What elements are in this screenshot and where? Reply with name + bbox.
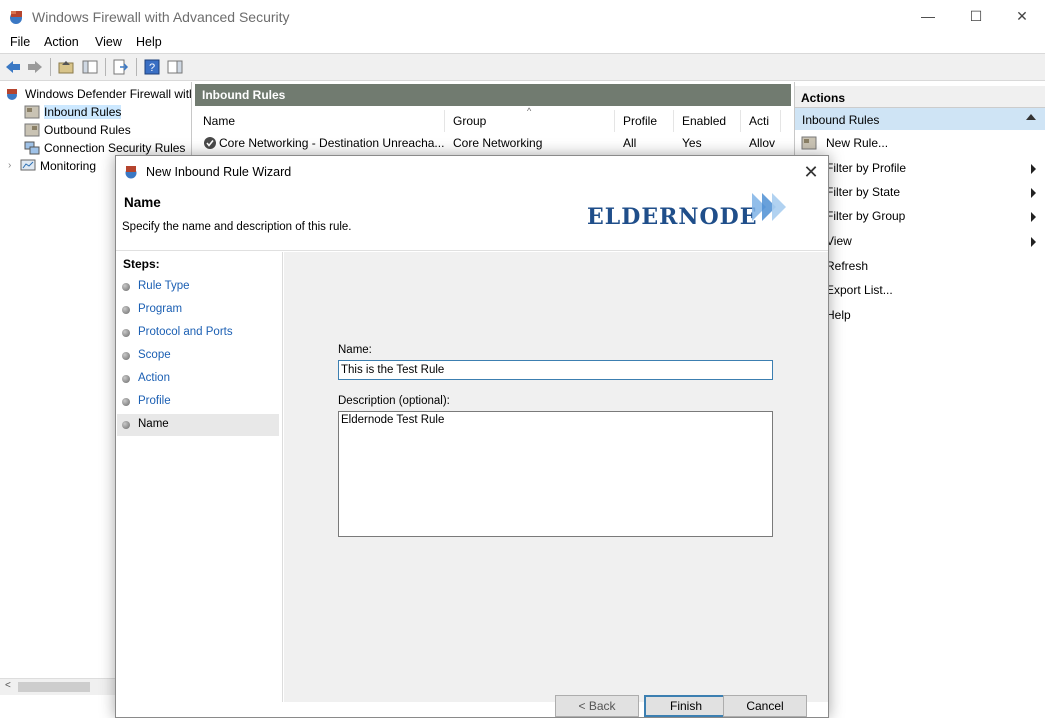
submenu-arrow-icon (1031, 237, 1036, 247)
step-protocol-and-ports[interactable]: Protocol and Ports (117, 322, 279, 344)
step-bullet-icon (122, 329, 130, 337)
rules-pane-header: Inbound Rules (195, 84, 791, 106)
tree-item-monitoring[interactable]: › Monitoring (8, 157, 96, 174)
step-bullet-icon (122, 306, 130, 314)
dialog-titlebar: New Inbound Rule Wizard ✕ (116, 156, 828, 188)
step-bullet-icon (122, 421, 130, 429)
menu-help[interactable]: Help (136, 35, 162, 49)
firewall-app-icon (10, 11, 22, 24)
action-view[interactable]: View (795, 230, 1045, 252)
rule-description-input[interactable]: Eldernode Test Rule (338, 411, 773, 537)
row-name: Core Networking - Destination Unreacha..… (219, 136, 445, 150)
svg-text:?: ? (149, 62, 155, 74)
expand-chevron-icon[interactable]: › (8, 160, 20, 171)
close-button[interactable]: ✕ (999, 0, 1045, 32)
column-group[interactable]: Group (445, 110, 615, 132)
step-program[interactable]: Program (117, 299, 279, 321)
tree-item-connection-security-rules[interactable]: Connection Security Rules (24, 139, 185, 156)
row-action: Allov (749, 136, 776, 150)
toolbar-separator (136, 58, 137, 76)
row-group: Core Networking (453, 136, 543, 150)
menu-file[interactable]: File (10, 35, 30, 49)
wizard-page-heading: Name (124, 195, 161, 210)
description-label: Description (optional): (338, 395, 450, 407)
connection-security-icon (24, 141, 40, 154)
step-bullet-icon (122, 375, 130, 383)
row-profile: All (623, 136, 637, 150)
steps-heading: Steps: (123, 257, 160, 271)
submenu-arrow-icon (1031, 164, 1036, 174)
action-help[interactable]: ? Help (795, 304, 1045, 326)
step-bullet-icon (122, 398, 130, 406)
back-arrow-icon[interactable] (4, 58, 22, 76)
window-title: Windows Firewall with Advanced Security (32, 9, 290, 25)
scroll-thumb[interactable] (18, 682, 90, 692)
dialog-close-button[interactable]: ✕ (794, 156, 828, 188)
actions-header: Actions (795, 86, 1045, 108)
column-profile[interactable]: Profile (615, 110, 674, 132)
name-label: Name: (338, 344, 372, 356)
maximize-button[interactable]: ☐ (953, 0, 999, 32)
menu-action[interactable]: Action (44, 35, 79, 49)
new-inbound-rule-wizard: New Inbound Rule Wizard ✕ Name Specify t… (115, 155, 829, 718)
help-icon[interactable]: ? (143, 58, 161, 76)
step-bullet-icon (122, 283, 130, 291)
action-refresh[interactable]: Refresh (795, 255, 1045, 277)
submenu-arrow-icon (1031, 212, 1036, 222)
wizard-page-subtitle: Specify the name and description of this… (122, 221, 352, 233)
action-filter-by-group[interactable]: Filter by Group (795, 205, 1045, 227)
column-enabled[interactable]: Enabled (674, 110, 741, 132)
cancel-button[interactable]: Cancel (723, 695, 807, 717)
window-titlebar: Windows Firewall with Advanced Security … (0, 0, 1045, 33)
menu-bar: File Action View Help (0, 33, 1045, 53)
show-hide-action-pane-icon[interactable] (166, 58, 184, 76)
scroll-left-icon[interactable]: < (5, 680, 11, 691)
wizard-header: Name Specify the name and description of… (116, 188, 828, 251)
step-bullet-icon (122, 352, 130, 360)
export-list-icon[interactable] (111, 58, 129, 76)
step-name: Name (117, 414, 279, 436)
up-folder-icon[interactable] (57, 58, 75, 76)
eldernode-logo: eldernode (587, 193, 788, 234)
actions-section-inbound-rules[interactable]: Inbound Rules (795, 108, 1045, 130)
show-hide-tree-icon[interactable] (81, 58, 99, 76)
toolbar-separator (105, 58, 106, 76)
action-filter-by-state[interactable]: Filter by State (795, 181, 1045, 203)
step-scope[interactable]: Scope (117, 345, 279, 367)
firewall-icon (7, 88, 17, 100)
inbound-rules-icon (24, 105, 40, 118)
firewall-app-icon (125, 166, 137, 179)
finish-button[interactable]: Finish (644, 695, 728, 717)
column-action[interactable]: Acti (741, 110, 781, 132)
step-profile[interactable]: Profile (117, 391, 279, 413)
forward-arrow-icon[interactable] (26, 58, 44, 76)
toolbar: ? (0, 53, 1045, 81)
action-new-rule[interactable]: New Rule... (795, 132, 1045, 154)
tree-item-inbound-rules[interactable]: Inbound Rules (24, 103, 122, 120)
row-enabled: Yes (682, 136, 702, 150)
back-button[interactable]: < Back (555, 695, 639, 717)
minimize-button[interactable]: — (905, 0, 951, 32)
actions-pane: Actions Inbound Rules New Rule... Filter… (794, 82, 1045, 718)
tree-root[interactable]: Windows Defender Firewall witl (5, 85, 192, 102)
action-filter-by-profile[interactable]: Filter by Profile (795, 157, 1045, 179)
collapse-caret-icon[interactable] (1026, 114, 1036, 120)
action-export-list[interactable]: Export List... (795, 279, 1045, 301)
rule-name-input[interactable] (338, 360, 773, 380)
step-action[interactable]: Action (117, 368, 279, 390)
new-rule-icon (801, 136, 817, 150)
monitoring-icon (20, 159, 36, 170)
wizard-steps-panel: Steps: Rule Type Program Protocol and Po… (117, 252, 283, 702)
toolbar-separator (50, 58, 51, 76)
outbound-rules-icon (24, 123, 40, 136)
dialog-title: New Inbound Rule Wizard (146, 165, 292, 179)
logo-play-arrows-icon (751, 193, 786, 221)
column-name[interactable]: Name (195, 110, 445, 132)
menu-view[interactable]: View (95, 35, 122, 49)
tree-item-outbound-rules[interactable]: Outbound Rules (24, 121, 131, 138)
wizard-content: Name: Description (optional): Eldernode … (284, 252, 828, 702)
step-rule-type[interactable]: Rule Type (117, 276, 279, 298)
submenu-arrow-icon (1031, 188, 1036, 198)
